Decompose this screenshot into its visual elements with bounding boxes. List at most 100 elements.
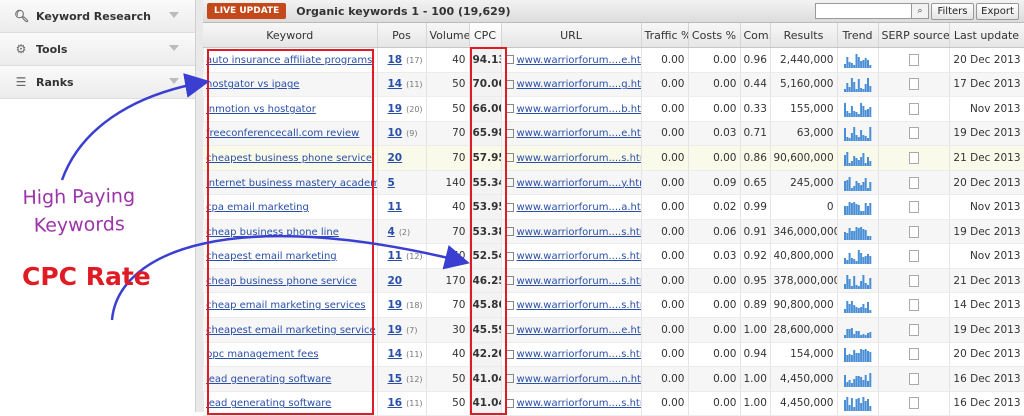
serp-source-cell: [878, 47, 950, 73]
position-cell: 14 (11): [377, 72, 427, 98]
position-link[interactable]: 5: [388, 177, 395, 189]
position-cell: 15 (12): [377, 366, 427, 392]
url-link[interactable]: www.warriorforum....e.html: [517, 325, 641, 336]
sidebar-item-ranks[interactable]: ☰ Ranks: [0, 66, 195, 99]
sidebar-item-keyword-research[interactable]: 🔍︎ Keyword Research: [0, 0, 195, 33]
column-header-last-update[interactable]: Last update: [949, 23, 1024, 48]
trend-cell: [837, 96, 879, 122]
url-cell: www.warriorforum....e.html: [501, 317, 642, 343]
document-icon[interactable]: [908, 102, 919, 115]
last-update-cell: 20 Dec 2013: [949, 170, 1024, 196]
serp-source-cell: [878, 219, 950, 245]
document-icon[interactable]: [908, 53, 919, 66]
trend-sparkline: [843, 127, 871, 142]
volume-cell: 170: [426, 268, 470, 294]
sidebar-item-tools[interactable]: ⚙ Tools: [0, 33, 195, 66]
traffic-cell: 0.00: [641, 292, 689, 319]
url-link[interactable]: www.warriorforum....s.html: [517, 251, 641, 262]
column-header-volume[interactable]: Volume: [426, 23, 470, 48]
url-link[interactable]: www.warriorforum....b.html: [517, 104, 641, 115]
position-link[interactable]: 19: [388, 324, 403, 336]
position-link[interactable]: 11: [388, 201, 403, 213]
export-button[interactable]: Export: [976, 3, 1019, 20]
volume-cell: 40: [426, 342, 470, 368]
position-link[interactable]: 11: [388, 250, 403, 262]
volume-cell: 40: [426, 194, 470, 220]
volume-cell: 40: [426, 47, 470, 73]
position-link[interactable]: 10: [388, 127, 403, 139]
previous-position: (20): [406, 104, 423, 114]
serp-source-cell: [878, 268, 950, 294]
position-link[interactable]: 16: [388, 397, 403, 409]
url-link[interactable]: www.warriorforum....y.html: [517, 178, 641, 189]
position-link[interactable]: 14: [388, 78, 403, 90]
url-link[interactable]: www.warriorforum....a.html: [517, 202, 641, 213]
document-icon[interactable]: [908, 176, 919, 189]
document-icon[interactable]: [908, 250, 919, 263]
column-header-results[interactable]: Results: [770, 23, 838, 48]
position-link[interactable]: 19: [388, 299, 403, 311]
url-link[interactable]: www.warriorforum....n.html: [517, 374, 641, 385]
column-header-keyword[interactable]: Keyword: [203, 23, 378, 48]
url-link[interactable]: www.warriorforum....s.html: [517, 300, 641, 311]
position-link[interactable]: 19: [388, 103, 403, 115]
position-link[interactable]: 18: [388, 54, 403, 66]
document-icon[interactable]: [908, 201, 919, 214]
position-link[interactable]: 20: [388, 152, 403, 164]
trend-sparkline: [843, 102, 871, 117]
search-icon: ⌕: [917, 6, 923, 16]
live-update-badge[interactable]: LIVE UPDATE: [207, 3, 287, 19]
last-update-cell: 16 Dec 2013: [949, 366, 1024, 392]
document-icon[interactable]: [908, 299, 919, 312]
volume-cell: 70: [426, 292, 470, 319]
url-cell: www.warriorforum....s.html: [501, 145, 642, 171]
table-header: Keyword Pos Volume CPC URL Traffic % Costs % Co…: [203, 23, 1024, 48]
costs-cell: 0.03: [688, 243, 741, 269]
traffic-cell: 0.00: [641, 342, 689, 368]
last-update-cell: 16 Dec 2013: [949, 391, 1024, 416]
url-link[interactable]: www.warriorforum....e.html: [517, 55, 641, 66]
position-link[interactable]: 20: [388, 275, 403, 287]
gear-icon: ⚙: [15, 42, 27, 56]
competition-cell: 0.92: [740, 243, 771, 269]
volume-cell: 30: [426, 317, 470, 343]
traffic-cell: 0.00: [641, 47, 689, 73]
column-header-costs[interactable]: Costs %: [688, 23, 741, 48]
document-icon[interactable]: [908, 127, 919, 140]
trend-cell: [837, 342, 879, 368]
document-icon[interactable]: [908, 274, 919, 287]
url-link[interactable]: www.warriorforum....s.html: [517, 349, 641, 360]
url-cell: www.warriorforum....g.html: [501, 72, 642, 98]
url-link[interactable]: www.warriorforum....s.html: [517, 227, 641, 238]
position-link[interactable]: 4: [388, 226, 395, 238]
document-icon[interactable]: [908, 323, 919, 336]
column-header-cpc[interactable]: CPC: [469, 23, 502, 48]
url-link[interactable]: www.warriorforum....s.html: [517, 153, 641, 164]
url-link[interactable]: www.warriorforum....e.html: [517, 128, 641, 139]
document-icon[interactable]: [908, 397, 919, 410]
filter-search-input[interactable]: [815, 3, 913, 19]
trend-cell: [837, 47, 879, 73]
url-link[interactable]: www.warriorforum....s.html: [517, 276, 641, 287]
volume-cell: 50: [426, 366, 470, 392]
column-header-com[interactable]: Com.: [740, 23, 771, 48]
costs-cell: 0.00: [688, 391, 741, 416]
url-link[interactable]: www.warriorforum....s.html: [517, 398, 641, 409]
document-icon[interactable]: [908, 78, 919, 91]
position-link[interactable]: 15: [388, 373, 403, 385]
column-header-serp-source[interactable]: SERP source: [878, 23, 950, 48]
document-icon[interactable]: [908, 348, 919, 361]
position-link[interactable]: 14: [388, 348, 403, 360]
column-header-traffic[interactable]: Traffic %: [641, 23, 689, 48]
document-icon[interactable]: [908, 225, 919, 238]
column-header-pos[interactable]: Pos: [377, 23, 427, 48]
document-icon[interactable]: [908, 151, 919, 164]
trend-cell: [837, 268, 879, 294]
column-header-trend[interactable]: Trend: [837, 23, 879, 48]
document-icon[interactable]: [908, 372, 919, 385]
filters-button[interactable]: Filters: [931, 3, 974, 20]
column-header-url[interactable]: URL: [501, 23, 642, 48]
last-update-cell: 17 Dec 2013: [949, 72, 1024, 98]
url-link[interactable]: www.warriorforum....g.html: [517, 79, 641, 90]
search-button[interactable]: ⌕: [911, 3, 929, 19]
